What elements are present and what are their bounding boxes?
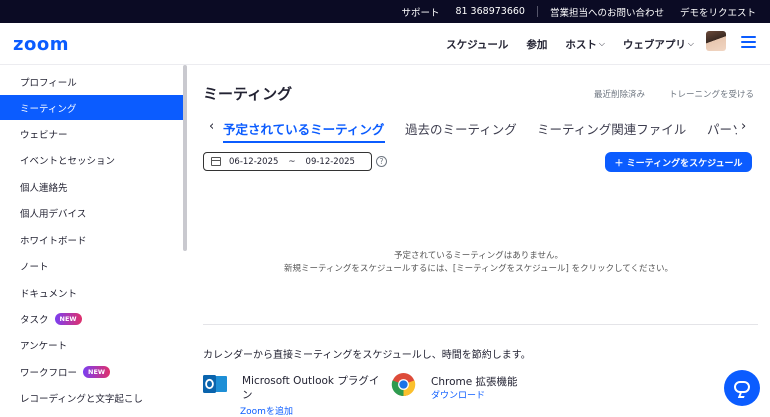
new-badge: NEW	[54, 312, 82, 325]
new-badge: NEW	[83, 365, 111, 378]
chat-bubble-icon	[734, 381, 750, 393]
chevron-down-icon: ⌵	[687, 39, 694, 48]
request-demo-link[interactable]: デモをリクエスト	[680, 5, 756, 19]
sidebar-item-label: アンケート	[20, 340, 68, 352]
nav-join[interactable]: 参加	[526, 37, 547, 52]
sidebar-item-label: タスク	[20, 314, 49, 326]
nav-host[interactable]: ホスト ⌵	[565, 37, 605, 52]
date-from: 06-12-2025	[229, 156, 279, 167]
sidebar: プロフィール ミーティング ウェビナー イベントとセッション 個人連絡先 個人用…	[0, 65, 187, 417]
tab-upcoming[interactable]: 予定されているミーティング	[223, 119, 384, 138]
download-link[interactable]: ダウンロード	[431, 388, 485, 401]
nav-web-app-label: ウェブアプリ	[622, 38, 686, 51]
sidebar-item-label: ウェビナー	[20, 129, 68, 141]
sidebar-item-label: ドキュメント	[20, 288, 78, 300]
sidebar-item-label: プロフィール	[20, 77, 77, 89]
menu-line	[741, 41, 756, 43]
sidebar-item-meetings[interactable]: ミーティング	[0, 95, 183, 120]
tab-previous[interactable]: 過去のミーティング	[405, 119, 517, 138]
nav-join-label: 参加	[526, 38, 548, 51]
chrome-icon	[391, 373, 416, 396]
utility-bar: サポート 81 368973660 営業担当へのお問い合わせ デモをリクエスト	[0, 0, 770, 23]
sidebar-item-devices[interactable]: 個人用デバイス	[0, 200, 183, 225]
active-tab-indicator	[223, 141, 385, 143]
date-to: 09-12-2025	[305, 156, 355, 167]
nav-schedule-label: スケジュール	[446, 38, 509, 51]
sidebar-item-label: 個人連絡先	[20, 182, 68, 194]
sidebar-item-label: イベントとセッション	[20, 155, 116, 167]
support-link[interactable]: サポート	[401, 5, 439, 19]
tab-files[interactable]: ミーティング関連ファイル	[537, 119, 687, 138]
zoom-logo[interactable]: zoom	[13, 34, 69, 55]
empty-state-title: 予定されているミーティングはありません。	[394, 251, 563, 261]
sidebar-item-documents[interactable]: ドキュメント	[0, 280, 183, 305]
sidebar-item-surveys[interactable]: アンケート	[0, 332, 183, 357]
sidebar-item-webinars[interactable]: ウェビナー	[0, 121, 183, 146]
empty-state-hint: 新規ミーティングをスケジュールするには、[ミーティングをスケジュール] をクリッ…	[283, 264, 674, 274]
chevron-right-icon[interactable]: ›	[741, 119, 746, 134]
divider	[203, 324, 758, 325]
sidebar-item-label: ノート	[20, 261, 49, 273]
phone-link[interactable]: 81 368973660	[455, 6, 525, 17]
nav-items: スケジュール 参加 ホスト ⌵ ウェブアプリ ⌵	[428, 23, 694, 65]
chevron-left-icon[interactable]: ‹	[209, 119, 214, 134]
page-title: ミーティング	[203, 85, 293, 103]
sidebar-item-profile[interactable]: プロフィール	[0, 69, 183, 94]
calendar-promo-text: カレンダーから直接ミーティングをスケジュールし、時間を節約します。	[203, 350, 531, 361]
divider	[536, 6, 538, 17]
get-training-link[interactable]: トレーニングを受ける	[669, 88, 754, 100]
main-content: ミーティング 最近削除済み トレーニングを受ける ‹ 予定されているミーティング…	[187, 65, 770, 417]
chrome-extension-title: Chrome 拡張機能	[431, 376, 518, 388]
menu-line	[741, 46, 756, 48]
main-nav: zoom スケジュール 参加 ホスト ⌵ ウェブアプリ ⌵	[0, 23, 770, 65]
sidebar-item-tasks[interactable]: タスク NEW	[0, 306, 183, 331]
sidebar-item-label: 個人用デバイス	[20, 208, 87, 220]
sidebar-item-contacts[interactable]: 個人連絡先	[0, 174, 183, 199]
date-range-picker[interactable]: 06-12-2025 ~ 09-12-2025	[203, 152, 372, 171]
sidebar-item-workflows[interactable]: ワークフロー NEW	[0, 359, 183, 384]
recently-deleted-link[interactable]: 最近削除済み	[594, 88, 645, 100]
sidebar-item-label: レコーディングと文字起こし	[20, 393, 143, 405]
help-icon[interactable]: ?	[376, 156, 387, 167]
schedule-meeting-button[interactable]: ＋ ミーティングをスケジュール	[605, 152, 752, 172]
chevron-down-icon: ⌵	[598, 39, 605, 48]
sidebar-item-label: ワークフロー	[20, 367, 78, 379]
calendar-icon	[211, 157, 221, 166]
outlook-plugin-title: Microsoft Outlook プラグイン	[242, 375, 380, 401]
date-separator: ~	[288, 156, 296, 167]
user-avatar[interactable]	[706, 31, 726, 51]
nav-host-label: ホスト	[565, 38, 597, 51]
chat-button[interactable]	[724, 370, 760, 406]
hamburger-menu-icon[interactable]	[741, 36, 756, 49]
tab-personal[interactable]: パーソ	[707, 119, 737, 138]
add-zoom-link[interactable]: Zoomを追加	[240, 404, 293, 417]
nav-schedule[interactable]: スケジュール	[446, 37, 508, 52]
sidebar-item-events[interactable]: イベントとセッション	[0, 147, 183, 172]
sidebar-item-label: ホワイトボード	[20, 235, 87, 247]
sidebar-item-whiteboards[interactable]: ホワイトボード	[0, 227, 183, 252]
sidebar-item-recordings[interactable]: レコーディングと文字起こし	[0, 385, 183, 410]
outlook-icon	[203, 375, 227, 393]
sidebar-item-notes[interactable]: ノート	[0, 253, 183, 278]
meeting-tabs: ‹ 予定されているミーティング 過去のミーティング ミーティング関連ファイル パ…	[203, 113, 758, 145]
contact-sales-link[interactable]: 営業担当へのお問い合わせ	[550, 5, 664, 19]
nav-web-app[interactable]: ウェブアプリ ⌵	[623, 37, 694, 52]
menu-line	[741, 36, 756, 38]
sidebar-item-label: ミーティング	[20, 103, 77, 115]
